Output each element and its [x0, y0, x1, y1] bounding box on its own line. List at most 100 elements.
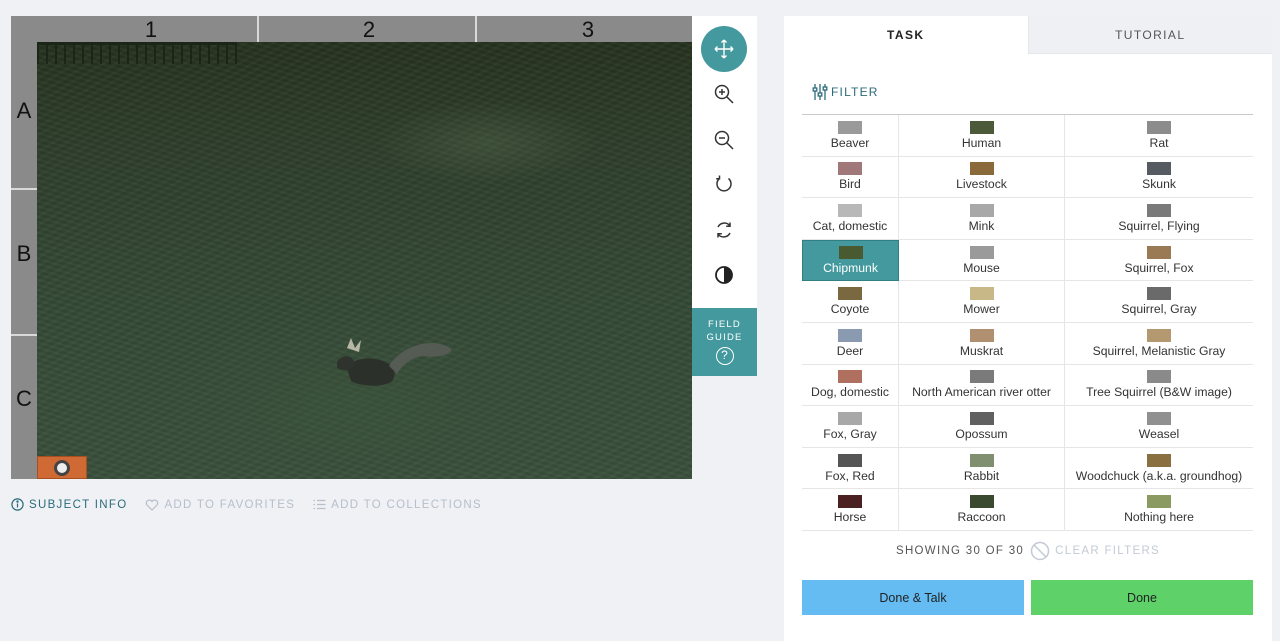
species-choice[interactable]: North American river otter [899, 364, 1065, 407]
species-choice[interactable]: Rat [1065, 115, 1253, 157]
done-and-talk-button[interactable]: Done & Talk [802, 580, 1024, 615]
info-icon [11, 498, 24, 511]
species-label: Bird [839, 177, 861, 192]
species-label: North American river otter [912, 385, 1051, 400]
filter-label: FILTER [831, 85, 879, 99]
move-icon [714, 39, 734, 59]
add-to-favorites-button[interactable]: ADD TO FAVORITES [145, 499, 295, 511]
species-choice[interactable]: Horse [802, 489, 899, 531]
move-button[interactable] [701, 26, 747, 72]
species-thumbnail [1147, 411, 1171, 425]
species-choice[interactable]: Chipmunk [802, 239, 899, 282]
species-choice[interactable]: Dog, domestic [802, 364, 899, 407]
subject-viewer[interactable]: 1 2 3 A B C [11, 16, 692, 479]
species-choice[interactable]: Tree Squirrel (B&W image) [1065, 365, 1253, 407]
rotate-button[interactable] [701, 161, 747, 207]
ban-icon [1030, 541, 1050, 561]
subject-info-label: SUBJECT INFO [29, 498, 128, 511]
species-thumbnail [969, 411, 994, 425]
species-choice[interactable]: Squirrel, Gray [1065, 281, 1253, 323]
grid-row-label: C [16, 386, 32, 411]
grid-column-label: 3 [581, 17, 595, 42]
species-choice[interactable]: Coyote [802, 281, 899, 323]
species-thumbnail [969, 245, 994, 259]
species-thumbnail [838, 287, 862, 301]
species-label: Nothing here [1124, 510, 1194, 525]
grid-column-label: 1 [144, 17, 158, 42]
species-choice[interactable]: Opossum [899, 406, 1065, 448]
species-thumbnail [838, 495, 862, 509]
species-choice[interactable]: Squirrel, Melanistic Gray [1065, 323, 1253, 365]
grid-row-label: B [16, 241, 32, 266]
species-choice[interactable]: Muskrat [899, 322, 1065, 365]
species-label: Chipmunk [823, 261, 878, 276]
species-thumbnail [1147, 245, 1171, 259]
subject-image[interactable] [37, 42, 692, 479]
add-to-collections-button[interactable]: ADD TO COLLECTIONS [313, 499, 482, 511]
species-thumbnail [1147, 203, 1171, 217]
species-label: Squirrel, Gray [1121, 302, 1197, 317]
species-thumbnail [969, 495, 994, 509]
species-choice[interactable]: Skunk [1065, 157, 1253, 199]
species-thumbnail [838, 203, 862, 217]
species-label: Muskrat [959, 343, 1004, 358]
species-thumbnail [969, 328, 994, 342]
tab-tutorial[interactable]: TUTORIAL [1027, 16, 1272, 54]
species-choice[interactable]: Fox, Red [802, 447, 899, 490]
species-choice[interactable]: Raccoon [899, 489, 1065, 531]
subject-info-button[interactable]: SUBJECT INFO [11, 498, 127, 511]
species-choice[interactable]: Beaver [802, 115, 899, 157]
field-guide-button[interactable]: FIELD GUIDE ? [692, 308, 757, 376]
species-choice[interactable]: Rabbit [899, 447, 1065, 490]
species-choice[interactable]: Livestock [899, 156, 1065, 199]
species-choice[interactable]: Bird [802, 156, 899, 199]
camera-logo [37, 456, 87, 479]
filter-button[interactable]: FILTER [812, 83, 879, 101]
species-choice[interactable]: Mouse [899, 239, 1065, 282]
species-thumbnail [1147, 495, 1171, 509]
clear-filters-button[interactable]: CLEAR FILTERS [1030, 541, 1160, 561]
zoom-out-button[interactable] [701, 117, 747, 163]
reset-icon [717, 222, 731, 238]
done-button[interactable]: Done [1031, 580, 1253, 615]
zoom-out-icon [714, 130, 734, 150]
species-choice[interactable]: Fox, Gray [802, 406, 899, 448]
invert-button[interactable] [701, 252, 747, 298]
rotate-icon [716, 175, 732, 192]
image-toolbar [692, 16, 757, 308]
tab-task[interactable]: TASK [784, 16, 1028, 54]
grid-divider [257, 16, 259, 42]
species-thumbnail [838, 246, 863, 260]
species-choice[interactable]: Cat, domestic [802, 198, 899, 240]
species-choice[interactable]: Deer [802, 322, 899, 365]
species-label: Weasel [1138, 426, 1180, 441]
species-label: Opossum [955, 426, 1008, 441]
species-choice[interactable]: Squirrel, Flying [1065, 198, 1253, 240]
species-choice[interactable]: Weasel [1065, 406, 1253, 448]
species-label: Beaver [830, 135, 870, 150]
species-thumbnail [1147, 162, 1171, 176]
species-label: Woodchuck (a.k.a. groundhog) [1075, 468, 1243, 483]
species-choice[interactable]: Human [899, 115, 1065, 157]
species-choice[interactable]: Nothing here [1065, 489, 1253, 531]
species-label: Rabbit [963, 468, 1000, 483]
grid-column-header: 1 2 3 [11, 16, 692, 42]
species-choice[interactable]: Mink [899, 198, 1065, 240]
grid-column-label: 2 [362, 17, 376, 42]
species-label: Mouse [963, 260, 1000, 275]
add-to-favorites-label: ADD TO FAVORITES [164, 498, 296, 511]
species-label: Horse [833, 510, 867, 525]
species-label: Skunk [1142, 177, 1176, 192]
species-choice[interactable]: Mower [899, 281, 1065, 323]
species-choice-grid: Beaver Human Rat Bird Livestock Skunk Cat, dom… [802, 115, 1253, 532]
species-thumbnail [1147, 328, 1171, 342]
species-choice[interactable]: Woodchuck (a.k.a. groundhog) [1065, 448, 1253, 490]
grid-divider [11, 334, 37, 336]
reset-button[interactable] [701, 207, 747, 253]
species-label: Tree Squirrel (B&W image) [1086, 385, 1232, 400]
invert-icon [715, 266, 733, 284]
species-label: Coyote [830, 302, 870, 317]
species-choice[interactable]: Squirrel, Fox [1065, 240, 1253, 282]
species-thumbnail [969, 370, 994, 384]
zoom-in-button[interactable] [701, 71, 747, 117]
